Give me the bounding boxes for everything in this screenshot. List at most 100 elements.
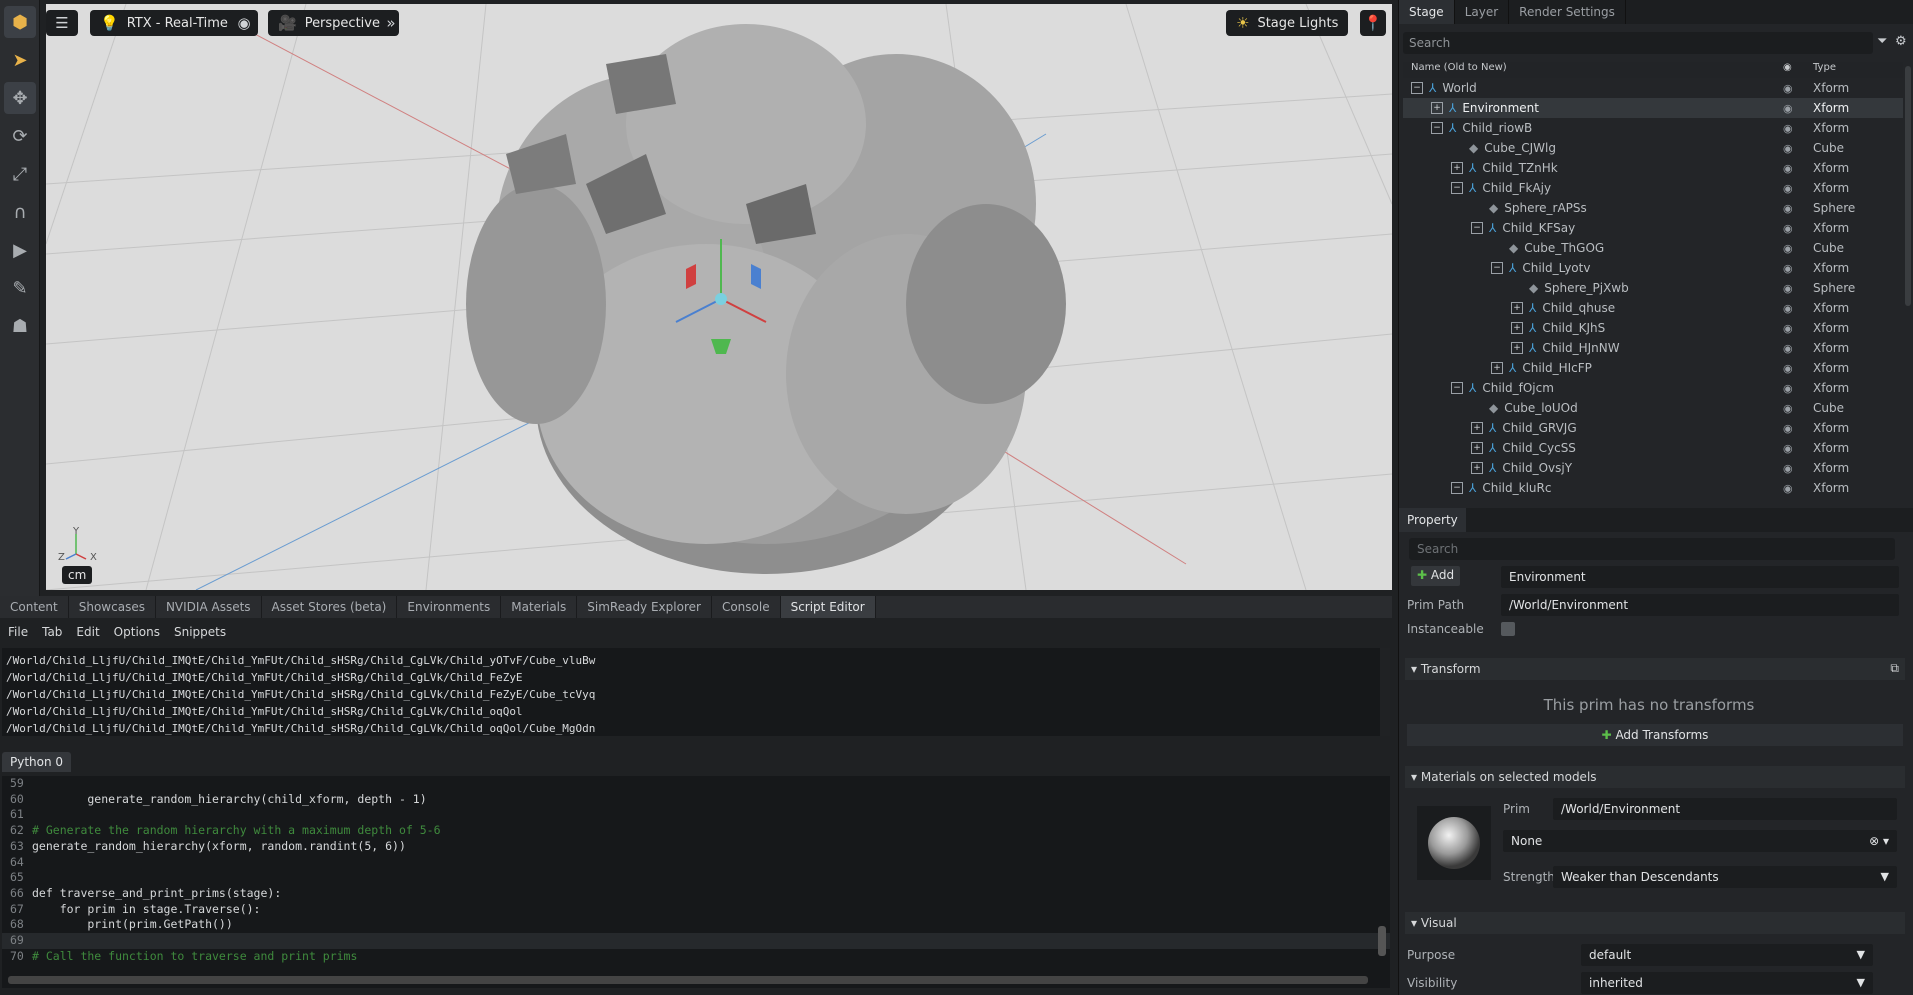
paint-icon[interactable]: ✎ <box>4 272 36 304</box>
add-transforms-button[interactable]: ✚ Add Transforms <box>1407 724 1903 746</box>
tree-row[interactable]: + ⅄ Child_OvsjY ◉ Xform <box>1403 458 1903 478</box>
material-select[interactable]: None ⊗ ▾ <box>1503 830 1897 852</box>
expand-icon[interactable]: + <box>1471 462 1483 474</box>
prim-path-field[interactable]: /World/Environment <box>1501 594 1899 616</box>
tree-row[interactable]: − ⅄ Child_riowB ◉ Xform <box>1403 118 1903 138</box>
scale-icon[interactable]: ⤢ <box>4 158 36 190</box>
expand-icon[interactable]: + <box>1471 422 1483 434</box>
visibility-toggle-icon[interactable]: ◉ <box>1783 262 1813 275</box>
stage-tree[interactable]: − ⅄ World ◉ Xform + ⅄ Environment ◉ Xform − ⅄ Child_… <box>1403 78 1903 496</box>
camera-button[interactable]: 🎥 Perspective <box>268 10 390 36</box>
tree-row[interactable]: ◆ Cube_ThGOG ◉ Cube <box>1403 238 1903 258</box>
column-name-header[interactable]: Name (Old to New) <box>1403 62 1783 78</box>
property-search-input[interactable]: Search <box>1409 538 1895 560</box>
tab-property[interactable]: Property <box>1399 508 1466 532</box>
clear-icon[interactable]: ⊗ ▾ <box>1869 834 1889 848</box>
tab-render-settings[interactable]: Render Settings <box>1509 0 1626 24</box>
strength-select[interactable]: Weaker than Descendants ▼ <box>1553 866 1897 888</box>
transform-section-header[interactable]: ▾ Transform ⧉ <box>1405 658 1905 680</box>
menu-snippets[interactable]: Snippets <box>174 625 226 641</box>
tree-row[interactable]: − ⅄ Child_FkAjy ◉ Xform <box>1403 178 1903 198</box>
tree-row[interactable]: − ⅄ Child_kluRc ◉ Xform <box>1403 478 1903 496</box>
visibility-toggle-icon[interactable]: ◉ <box>1783 162 1813 175</box>
visibility-toggle-icon[interactable]: ◉ <box>1783 302 1813 315</box>
tree-row[interactable]: + ⅄ Child_TZnHk ◉ Xform <box>1403 158 1903 178</box>
instanceable-checkbox[interactable] <box>1501 622 1515 636</box>
visibility-toggle-icon[interactable]: ◉ <box>1783 402 1813 415</box>
menu-edit[interactable]: Edit <box>76 625 99 641</box>
visibility-toggle-icon[interactable]: ◉ <box>1783 442 1813 455</box>
tab-asset-stores[interactable]: Asset Stores (beta) <box>262 596 398 618</box>
visibility-toggle-icon[interactable]: ◉ <box>1783 362 1813 375</box>
tree-row[interactable]: − ⅄ Child_KFSay ◉ Xform <box>1403 218 1903 238</box>
transform-options-icon[interactable]: ⧉ <box>1890 661 1899 676</box>
menu-options[interactable]: Options <box>114 625 160 641</box>
tab-simready-explorer[interactable]: SimReady Explorer <box>577 596 712 618</box>
tree-row[interactable]: + ⅄ Environment ◉ Xform <box>1403 98 1903 118</box>
visibility-toggle-icon[interactable]: ◉ <box>1783 122 1813 135</box>
code-editor[interactable]: 59 60 generate_random_hierarchy(child_xfo… <box>2 776 1390 988</box>
tab-showcases[interactable]: Showcases <box>69 596 156 618</box>
code-horizontal-scrollbar[interactable] <box>8 976 1368 984</box>
pointer-icon[interactable]: ➤ <box>4 44 36 76</box>
collapse-icon[interactable]: − <box>1451 382 1463 394</box>
expand-icon[interactable]: + <box>1491 362 1503 374</box>
prim-name-field[interactable]: Environment <box>1501 566 1899 588</box>
stage-search-input[interactable]: Search <box>1403 32 1873 54</box>
expand-icon[interactable]: + <box>1511 322 1523 334</box>
tree-row[interactable]: ◆ Sphere_PjXwb ◉ Sphere <box>1403 278 1903 298</box>
visibility-toggle-icon[interactable]: ◉ <box>1783 482 1813 495</box>
material-prim-field[interactable]: /World/Environment <box>1553 798 1897 820</box>
select-mode-icon[interactable]: ⬢ <box>4 6 36 38</box>
visibility-toggle-icon[interactable]: ◉ <box>1783 222 1813 235</box>
tree-row[interactable]: − ⅄ Child_fOjcm ◉ Xform <box>1403 378 1903 398</box>
collapse-icon[interactable]: − <box>1491 262 1503 274</box>
tree-row[interactable]: − ⅄ Child_Lyotv ◉ Xform <box>1403 258 1903 278</box>
physics-icon[interactable]: ☗ <box>4 310 36 342</box>
tree-row[interactable]: + ⅄ Child_qhuse ◉ Xform <box>1403 298 1903 318</box>
snap-icon[interactable]: ∩ <box>4 196 36 228</box>
procedural-mesh[interactable] <box>466 24 1066 574</box>
add-property-button[interactable]: ✚ Add <box>1411 566 1461 586</box>
filter-icon[interactable]: ⏷ <box>1877 34 1887 49</box>
menu-file[interactable]: File <box>8 625 28 641</box>
tree-row[interactable]: ◆ Cube_loUOd ◉ Cube <box>1403 398 1903 418</box>
pin-button[interactable]: 📍 <box>1360 10 1386 36</box>
tab-environments[interactable]: Environments <box>397 596 502 618</box>
unit-badge[interactable]: cm <box>62 566 93 584</box>
rotate-icon[interactable]: ⟳ <box>4 120 36 152</box>
expand-icon[interactable]: + <box>1431 102 1443 114</box>
tab-nvidia-assets[interactable]: NVIDIA Assets <box>156 596 262 618</box>
menu-tab[interactable]: Tab <box>42 625 62 641</box>
tab-layer[interactable]: Layer <box>1455 0 1510 24</box>
visibility-toggle-icon[interactable]: ◉ <box>1783 182 1813 195</box>
tab-console[interactable]: Console <box>712 596 781 618</box>
collapse-icon[interactable]: − <box>1431 122 1443 134</box>
visibility-toggle-icon[interactable]: ◉ <box>1783 422 1813 435</box>
collapse-icon[interactable]: − <box>1411 82 1423 94</box>
visibility-select[interactable]: inherited ▼ <box>1581 972 1873 994</box>
tab-script-editor[interactable]: Script Editor <box>780 596 876 618</box>
expand-icon[interactable]: + <box>1511 342 1523 354</box>
visibility-toggle-icon[interactable]: ◉ <box>1783 142 1813 155</box>
expand-icon[interactable]: + <box>1511 302 1523 314</box>
move-icon[interactable]: ✥ <box>4 82 36 114</box>
tab-content[interactable]: Content <box>0 596 69 618</box>
visibility-toggle-icon[interactable]: ◉ <box>1783 102 1813 115</box>
viewport[interactable]: ☰ 💡 RTX - Real-Time ◉ 🎥 Perspective » ☀ … <box>46 4 1392 590</box>
visibility-toggle-icon[interactable]: ◉ <box>1783 202 1813 215</box>
expand-icon[interactable]: + <box>1451 162 1463 174</box>
expand-icon[interactable]: + <box>1471 442 1483 454</box>
visibility-toggle-icon[interactable]: ◉ <box>1783 382 1813 395</box>
script-output[interactable]: /World/Child_LljfU/Child_IMQtE/Child_YmF… <box>2 648 1390 736</box>
materials-section-header[interactable]: ▾ Materials on selected models <box>1405 766 1905 788</box>
visibility-toggle-icon[interactable]: ◉ <box>1783 462 1813 475</box>
stage-tree-scrollbar[interactable] <box>1905 66 1911 306</box>
stage-lights-button[interactable]: ☀ Stage Lights <box>1226 10 1349 36</box>
visual-section-header[interactable]: ▾ Visual <box>1405 912 1905 934</box>
collapse-icon[interactable]: − <box>1451 182 1463 194</box>
visibility-toggle-icon[interactable]: ◉ <box>1783 82 1813 95</box>
visibility-toggle-icon[interactable]: ◉ <box>1783 342 1813 355</box>
tree-row[interactable]: + ⅄ Child_HIcFP ◉ Xform <box>1403 358 1903 378</box>
collapse-icon[interactable]: − <box>1451 482 1463 494</box>
